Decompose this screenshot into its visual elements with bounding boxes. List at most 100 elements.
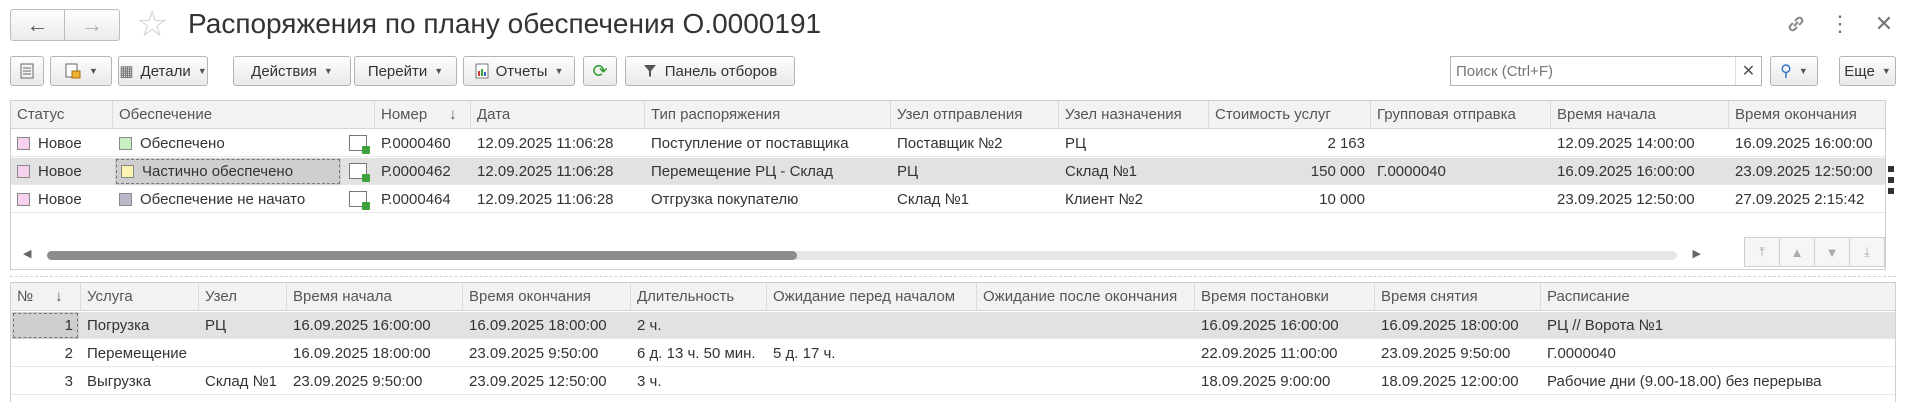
placed-cell: 22.09.2025 11:00:00 <box>1201 345 1338 362</box>
from-cell: РЦ <box>897 163 919 180</box>
move-first-icon[interactable]: ⤒ <box>1744 237 1780 267</box>
status-cell: Новое <box>11 130 113 157</box>
col-removed[interactable]: Время снятия <box>1375 283 1541 311</box>
col-number[interactable]: Номер ↓ <box>375 101 471 129</box>
horizontal-scrollbar[interactable]: ◀ ▶ <box>19 247 1705 261</box>
type-cell: Перемещение РЦ - Склад <box>651 163 833 180</box>
to-cell: РЦ <box>1065 135 1087 152</box>
col-duration[interactable]: Длительность <box>631 283 767 311</box>
group-cell <box>1371 130 1551 157</box>
status-color-icon <box>17 137 30 150</box>
title-bar: ← → ☆ Распоряжения по плану обеспечения … <box>0 0 1906 50</box>
col-schedule[interactable]: Расписание <box>1541 283 1895 311</box>
move-last-icon[interactable]: ⤓ <box>1849 237 1885 267</box>
chevron-down-icon: ▼ <box>434 66 444 76</box>
close-icon[interactable]: ✕ <box>1862 8 1906 40</box>
search-field[interactable]: ✕ <box>1450 56 1762 86</box>
chevron-down-icon: ▼ <box>1881 66 1891 76</box>
col-supply[interactable]: Обеспечение <box>113 101 375 129</box>
table-row[interactable]: 3 Выгрузка Склад №1 23.09.2025 9:50:00 2… <box>11 368 1895 395</box>
number-cell: Р.0000462 <box>381 163 451 180</box>
more-vertical-icon[interactable]: ⋮ <box>1818 8 1862 40</box>
duration-cell: 6 д. 13 ч. 50 мин. <box>637 345 756 362</box>
date-cell: 12.09.2025 11:06:28 <box>477 191 614 208</box>
col-type[interactable]: Тип распоряжения <box>645 101 891 129</box>
col-to[interactable]: Узел назначения <box>1059 101 1209 129</box>
list-view-button[interactable] <box>10 56 44 86</box>
col-wait-before[interactable]: Ожидание перед началом <box>767 283 977 311</box>
end-cell: 27.09.2025 2:15:42 <box>1735 191 1865 208</box>
start-cell: 16.09.2025 16:00:00 <box>1557 163 1695 180</box>
link-icon[interactable] <box>1774 8 1818 40</box>
removed-cell: 18.09.2025 12:00:00 <box>1381 373 1519 390</box>
end-cell: 23.09.2025 12:50:00 <box>1735 163 1873 180</box>
clear-search-icon[interactable]: ✕ <box>1735 57 1761 85</box>
resize-handle-icon[interactable] <box>1888 166 1894 199</box>
move-down-icon[interactable]: ▼ <box>1814 237 1850 267</box>
col-group[interactable]: Групповая отправка <box>1371 101 1551 129</box>
move-up-icon[interactable]: ▲ <box>1779 237 1815 267</box>
refresh-button[interactable]: ⟳ <box>583 56 617 86</box>
wait-before-cell <box>767 312 977 339</box>
wait-before-cell <box>767 368 977 395</box>
col-node[interactable]: Узел <box>199 283 287 311</box>
back-arrow-icon[interactable]: ← <box>10 9 65 41</box>
table-row[interactable]: Новое Обеспечено Р.0000460 12.09.2025 11… <box>11 130 1885 157</box>
col-start[interactable]: Время начала <box>287 283 463 311</box>
table-row[interactable]: 1 Погрузка РЦ 16.09.2025 16:00:00 16.09.… <box>11 312 1895 339</box>
forward-arrow-icon[interactable]: → <box>65 9 120 41</box>
nav-buttons: ← → <box>10 9 120 41</box>
row-navigation: ⤒ ▲ ▼ ⤓ <box>1744 237 1885 267</box>
document-status-icon <box>349 163 370 182</box>
goto-button[interactable]: Перейти ▼ <box>354 56 457 86</box>
col-placed[interactable]: Время постановки <box>1195 283 1375 311</box>
reports-button[interactable]: Отчеты ▼ <box>463 56 575 86</box>
col-status[interactable]: Статус <box>11 101 113 129</box>
group-cell <box>1371 186 1551 213</box>
placed-cell: 18.09.2025 9:00:00 <box>1201 373 1331 390</box>
table-row[interactable]: 2 Перемещение 16.09.2025 18:00:00 23.09.… <box>11 340 1895 367</box>
col-end[interactable]: Время окончания <box>1729 101 1885 129</box>
details-button[interactable]: ▦ Детали ▼ <box>118 56 208 86</box>
removed-cell: 23.09.2025 9:50:00 <box>1381 345 1511 362</box>
scroll-thumb[interactable] <box>47 251 797 260</box>
from-cell: Склад №1 <box>897 191 970 208</box>
number-cell: Р.0000460 <box>381 135 451 152</box>
group-cell: Г.0000040 <box>1377 163 1446 180</box>
table-row[interactable]: Новое Частично обеспечено Р.0000462 12.0… <box>11 158 1885 185</box>
index-cell: 2 <box>64 345 73 362</box>
end-cell: 16.09.2025 16:00:00 <box>1735 135 1873 152</box>
filter-panel-button[interactable]: Панель отборов <box>625 56 795 86</box>
supply-text: Частично обеспечено <box>142 163 294 180</box>
col-start[interactable]: Время начала <box>1551 101 1729 129</box>
placed-cell: 16.09.2025 16:00:00 <box>1201 317 1339 334</box>
panel-splitter[interactable] <box>10 276 1896 278</box>
col-from[interactable]: Узел отправления <box>891 101 1059 129</box>
col-date[interactable]: Дата <box>471 101 645 129</box>
more-button[interactable]: Еще ▼ <box>1839 56 1896 86</box>
document-add-icon <box>65 63 81 79</box>
date-cell: 12.09.2025 11:06:28 <box>477 135 614 152</box>
table-row[interactable]: Новое Обеспечение не начато Р.0000464 12… <box>11 186 1885 213</box>
start-cell: 16.09.2025 16:00:00 <box>293 317 431 334</box>
col-wait-after[interactable]: Ожидание после окончания <box>977 283 1195 311</box>
col-end[interactable]: Время окончания <box>463 283 631 311</box>
col-service[interactable]: Услуга <box>81 283 199 311</box>
service-cell: Выгрузка <box>87 373 152 390</box>
from-cell: Поставщик №2 <box>897 135 1003 152</box>
col-cost[interactable]: Стоимость услуг <box>1209 101 1371 129</box>
search-input[interactable] <box>1451 58 1735 84</box>
supply-cell: Обеспечено <box>113 130 343 157</box>
cost-cell: 2 163 <box>1327 135 1365 152</box>
removed-cell: 16.09.2025 18:00:00 <box>1381 317 1519 334</box>
actions-button[interactable]: Действия ▼ <box>233 56 351 86</box>
col-index[interactable]: № ↓ <box>11 283 81 311</box>
scroll-right-icon[interactable]: ▶ <box>1693 247 1701 260</box>
type-cell: Поступление от поставщика <box>651 135 849 152</box>
scroll-left-icon[interactable]: ◀ <box>23 247 31 260</box>
create-document-button[interactable]: ▼ <box>50 56 112 86</box>
services-table-header: № ↓ Услуга Узел Время начала Время оконча… <box>11 283 1895 311</box>
favorite-star-icon[interactable]: ☆ <box>136 6 168 42</box>
search-options-button[interactable]: ⚲ ▼ <box>1770 56 1818 86</box>
start-cell: 23.09.2025 12:50:00 <box>1557 191 1695 208</box>
